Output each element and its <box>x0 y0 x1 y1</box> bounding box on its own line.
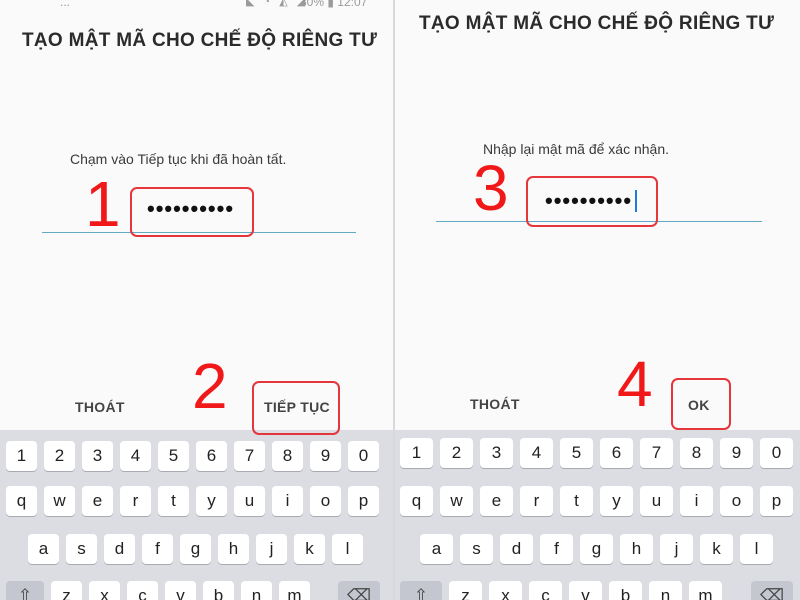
key-o[interactable]: o <box>720 486 753 516</box>
keyboard: 1 2 3 4 5 6 7 8 9 0 q w e r t y u i o p … <box>0 430 393 600</box>
key-3[interactable]: 3 <box>82 441 113 471</box>
key-2[interactable]: 2 <box>44 441 75 471</box>
key-d[interactable]: d <box>500 534 533 564</box>
status-left-text: ... <box>60 0 71 9</box>
key-b[interactable]: b <box>609 581 642 600</box>
key-u[interactable]: u <box>640 486 673 516</box>
password-input[interactable]: •••••••••• <box>545 188 632 214</box>
key-m[interactable]: m <box>689 581 722 600</box>
key-6[interactable]: 6 <box>196 441 227 471</box>
status-icons: ◣ ◔ ◭ ◢ <box>246 0 309 8</box>
key-v[interactable]: v <box>569 581 602 600</box>
key-8[interactable]: 8 <box>272 441 303 471</box>
key-k[interactable]: k <box>294 534 325 564</box>
key-3[interactable]: 3 <box>480 438 513 468</box>
key-8[interactable]: 8 <box>680 438 713 468</box>
step-number-4: 4 <box>617 348 653 420</box>
status-right-text: 30% ▮ 12:07 <box>300 0 368 9</box>
key-6[interactable]: 6 <box>600 438 633 468</box>
key-z[interactable]: z <box>51 581 82 600</box>
key-1[interactable]: 1 <box>6 441 37 471</box>
key-5[interactable]: 5 <box>158 441 189 471</box>
backspace-key[interactable]: ⌫ <box>751 581 793 600</box>
key-9[interactable]: 9 <box>720 438 753 468</box>
exit-button[interactable]: THOÁT <box>470 396 520 412</box>
keyboard: 1 2 3 4 5 6 7 8 9 0 q w e r t y u i o p … <box>395 430 800 600</box>
right-screen: TẠO MẬT MÃ CHO CHẾ ĐỘ RIÊNG TƯ Nhập lại … <box>395 0 800 600</box>
key-5[interactable]: 5 <box>560 438 593 468</box>
password-input[interactable]: •••••••••• <box>147 196 234 222</box>
ok-button[interactable]: OK <box>688 397 710 413</box>
key-0[interactable]: 0 <box>760 438 793 468</box>
key-s[interactable]: s <box>460 534 493 564</box>
page-title: TẠO MẬT MÃ CHO CHẾ ĐỘ RIÊNG TƯ <box>419 13 775 34</box>
key-c[interactable]: c <box>127 581 158 600</box>
key-j[interactable]: j <box>660 534 693 564</box>
key-k[interactable]: k <box>700 534 733 564</box>
key-9[interactable]: 9 <box>310 441 341 471</box>
key-d[interactable]: d <box>104 534 135 564</box>
key-h[interactable]: h <box>620 534 653 564</box>
key-r[interactable]: r <box>520 486 553 516</box>
key-o[interactable]: o <box>310 486 341 516</box>
key-g[interactable]: g <box>580 534 613 564</box>
key-v[interactable]: v <box>165 581 196 600</box>
key-q[interactable]: q <box>6 486 37 516</box>
key-e[interactable]: e <box>480 486 513 516</box>
key-x[interactable]: x <box>89 581 120 600</box>
key-i[interactable]: i <box>272 486 303 516</box>
key-t[interactable]: t <box>560 486 593 516</box>
key-s[interactable]: s <box>66 534 97 564</box>
key-g[interactable]: g <box>180 534 211 564</box>
key-u[interactable]: u <box>234 486 265 516</box>
step-number-1: 1 <box>85 168 121 240</box>
key-c[interactable]: c <box>529 581 562 600</box>
shift-key[interactable]: ⇧ <box>6 581 44 600</box>
left-screen: ... ◣ ◔ ◭ ◢ 30% ▮ 12:07 TẠO MẬT MÃ CHO C… <box>0 0 393 600</box>
key-x[interactable]: x <box>489 581 522 600</box>
key-0[interactable]: 0 <box>348 441 379 471</box>
key-w[interactable]: w <box>44 486 75 516</box>
exit-button[interactable]: THOÁT <box>75 399 125 415</box>
key-w[interactable]: w <box>440 486 473 516</box>
backspace-key[interactable]: ⌫ <box>338 581 380 600</box>
key-4[interactable]: 4 <box>520 438 553 468</box>
step-number-3: 3 <box>473 152 509 224</box>
key-t[interactable]: t <box>158 486 189 516</box>
key-7[interactable]: 7 <box>234 441 265 471</box>
instruction-text: Chạm vào Tiếp tục khi đã hoàn tất. <box>70 151 287 167</box>
page-title: TẠO MẬT MÃ CHO CHẾ ĐỘ RIÊNG TƯ <box>22 30 378 51</box>
key-z[interactable]: z <box>449 581 482 600</box>
key-a[interactable]: a <box>28 534 59 564</box>
key-j[interactable]: j <box>256 534 287 564</box>
status-bar: ... ◣ ◔ ◭ ◢ 30% ▮ 12:07 <box>0 0 393 10</box>
key-p[interactable]: p <box>348 486 379 516</box>
key-n[interactable]: n <box>241 581 272 600</box>
key-i[interactable]: i <box>680 486 713 516</box>
key-f[interactable]: f <box>142 534 173 564</box>
text-cursor <box>635 190 637 212</box>
key-a[interactable]: a <box>420 534 453 564</box>
key-l[interactable]: l <box>332 534 363 564</box>
key-1[interactable]: 1 <box>400 438 433 468</box>
key-r[interactable]: r <box>120 486 151 516</box>
shift-key[interactable]: ⇧ <box>400 581 442 600</box>
key-f[interactable]: f <box>540 534 573 564</box>
key-h[interactable]: h <box>218 534 249 564</box>
key-y[interactable]: y <box>196 486 227 516</box>
key-7[interactable]: 7 <box>640 438 673 468</box>
key-q[interactable]: q <box>400 486 433 516</box>
key-l[interactable]: l <box>740 534 773 564</box>
key-e[interactable]: e <box>82 486 113 516</box>
continue-button[interactable]: TIẾP TỤC <box>264 399 330 415</box>
key-y[interactable]: y <box>600 486 633 516</box>
key-b[interactable]: b <box>203 581 234 600</box>
step-number-2: 2 <box>192 350 228 422</box>
key-4[interactable]: 4 <box>120 441 151 471</box>
key-m[interactable]: m <box>279 581 310 600</box>
instruction-text: Nhập lại mật mã để xác nhận. <box>483 141 669 157</box>
key-p[interactable]: p <box>760 486 793 516</box>
key-n[interactable]: n <box>649 581 682 600</box>
key-2[interactable]: 2 <box>440 438 473 468</box>
